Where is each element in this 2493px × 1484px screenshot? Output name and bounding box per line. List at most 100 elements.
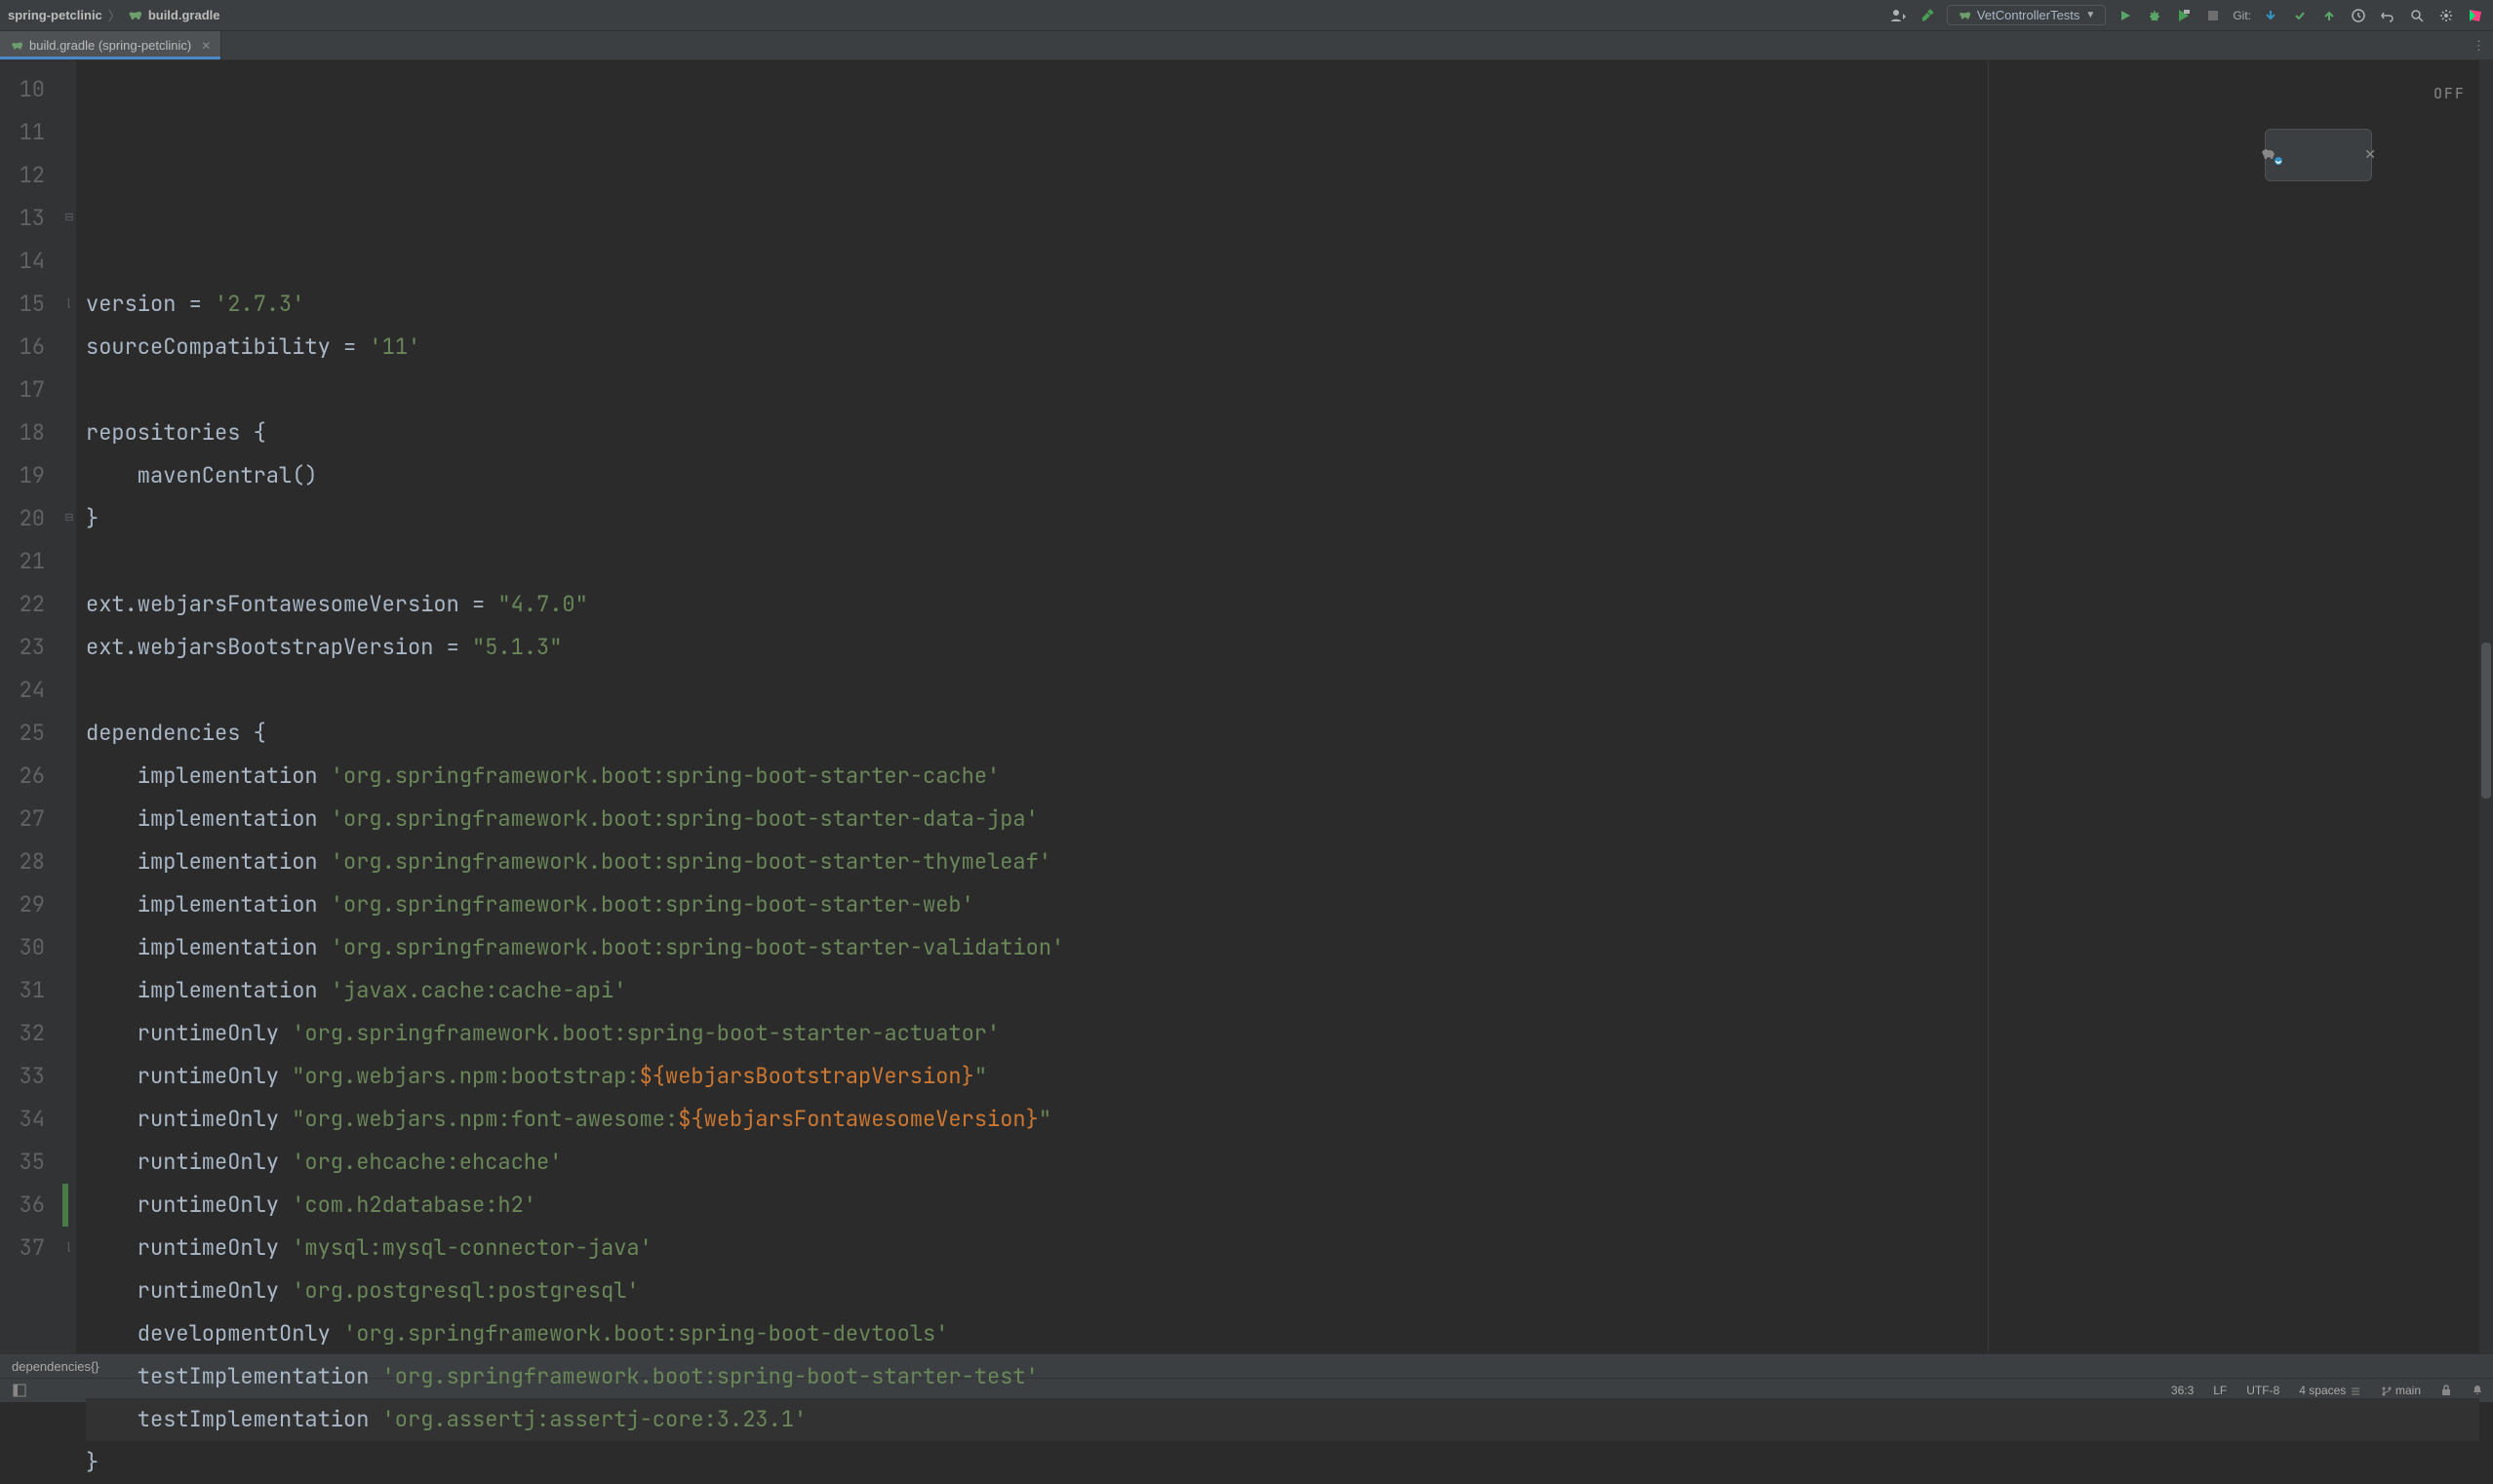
gutter-line[interactable]: 16	[0, 326, 45, 369]
change-marker[interactable]	[62, 1184, 68, 1227]
code-line[interactable]: runtimeOnly 'org.postgresql:postgresql'	[86, 1269, 2479, 1312]
code-line[interactable]: runtimeOnly "org.webjars.npm:bootstrap:$…	[86, 1055, 2479, 1098]
editor-tabs: build.gradle (spring-petclinic) ✕ ⋮	[0, 31, 2493, 60]
tab-overflow-icon[interactable]: ⋮	[2465, 31, 2493, 59]
code-area[interactable]: OFF ✕ version = '2.7.3'sourceCompatibili…	[76, 60, 2479, 1353]
code-line[interactable]: implementation 'org.springframework.boot…	[86, 755, 2479, 798]
git-pull-icon[interactable]	[2261, 6, 2280, 25]
gutter-line[interactable]: 29	[0, 883, 45, 926]
gear-icon[interactable]	[2436, 6, 2456, 25]
gutter-line[interactable]: 36	[0, 1184, 45, 1227]
code-line[interactable]: developmentOnly 'org.springframework.boo…	[86, 1312, 2479, 1355]
fold-open-icon[interactable]: ⊟	[62, 211, 76, 223]
code-line[interactable]: mavenCentral()	[86, 454, 2479, 497]
scrollbar[interactable]	[2479, 60, 2493, 1353]
build-hammer-icon[interactable]	[1918, 6, 1937, 25]
code-line[interactable]: ext.webjarsBootstrapVersion = "5.1.3"	[86, 626, 2479, 669]
gutter-line[interactable]: 11	[0, 111, 45, 154]
code-line[interactable]: implementation 'org.springframework.boot…	[86, 926, 2479, 969]
gutter-line[interactable]: 27	[0, 798, 45, 840]
close-icon[interactable]: ✕	[201, 39, 211, 53]
gutter-line[interactable]: 32	[0, 1012, 45, 1055]
gutter-line[interactable]: 26	[0, 755, 45, 798]
coverage-icon[interactable]	[2174, 6, 2194, 25]
inspection-off-badge[interactable]: OFF	[2434, 72, 2466, 115]
gutter-line[interactable]: 18	[0, 411, 45, 454]
jetbrains-icon[interactable]	[2466, 6, 2485, 25]
gutter-line[interactable]: 33	[0, 1055, 45, 1098]
reload-icon[interactable]	[2261, 58, 2345, 253]
code-line[interactable]	[86, 669, 2479, 712]
breadcrumb-file[interactable]: build.gradle	[148, 8, 220, 22]
gutter-line[interactable]: 25	[0, 712, 45, 755]
code-line[interactable]: runtimeOnly 'org.springframework.boot:sp…	[86, 1012, 2479, 1055]
rollback-icon[interactable]	[2378, 6, 2397, 25]
gutter-line[interactable]: 17	[0, 369, 45, 411]
code-line[interactable]	[86, 540, 2479, 583]
code-line[interactable]: runtimeOnly 'com.h2database:h2'	[86, 1184, 2479, 1227]
gutter-line[interactable]: 37	[0, 1227, 45, 1269]
editor[interactable]: 1011121314151617181920212223242526272829…	[0, 60, 2493, 1353]
gutter-line[interactable]: 14	[0, 240, 45, 283]
code-line[interactable]: implementation 'org.springframework.boot…	[86, 798, 2479, 840]
code-line[interactable]: testImplementation 'org.assertj:assertj-…	[86, 1398, 2479, 1441]
git-push-icon[interactable]	[2319, 6, 2339, 25]
code-line[interactable]: dependencies {	[86, 712, 2479, 755]
gutter[interactable]: 1011121314151617181920212223242526272829…	[0, 60, 62, 1353]
gutter-line[interactable]: 19	[0, 454, 45, 497]
code-line[interactable]: sourceCompatibility = '11'	[86, 326, 2479, 369]
code-line[interactable]: runtimeOnly 'mysql:mysql-connector-java'	[86, 1227, 2479, 1269]
navbar: spring-petclinic 〉 build.gradle VetContr…	[0, 0, 2493, 31]
fold-open-icon[interactable]: ⊟	[62, 511, 76, 524]
code-line[interactable]: implementation 'org.springframework.boot…	[86, 883, 2479, 926]
debug-icon[interactable]	[2145, 6, 2164, 25]
code-line[interactable]: }	[86, 497, 2479, 540]
margin-line	[1988, 60, 1989, 1353]
gutter-line[interactable]: 24	[0, 669, 45, 712]
tab-build-gradle[interactable]: build.gradle (spring-petclinic) ✕	[0, 31, 221, 59]
breadcrumb-sep-icon: 〉	[108, 6, 121, 24]
code-line[interactable]: runtimeOnly "org.webjars.npm:font-awesom…	[86, 1098, 2479, 1141]
gutter-line[interactable]: 31	[0, 969, 45, 1012]
code-line[interactable]: runtimeOnly 'org.ehcache:ehcache'	[86, 1141, 2479, 1184]
code-line[interactable]	[86, 369, 2479, 411]
gradle-icon	[127, 8, 142, 23]
code-line[interactable]: repositories {	[86, 411, 2479, 454]
gutter-line[interactable]: 35	[0, 1141, 45, 1184]
toolwindow-icon[interactable]	[10, 1381, 29, 1400]
floating-toolbar[interactable]: ✕	[2265, 129, 2372, 181]
gutter-line[interactable]: 15	[0, 283, 45, 326]
fold-column[interactable]: ⊟ ⌊ ⊟ ⌊	[62, 60, 76, 1353]
code-line[interactable]: version = '2.7.3'	[86, 283, 2479, 326]
code-line[interactable]: implementation 'org.springframework.boot…	[86, 840, 2479, 883]
code-line[interactable]: implementation 'javax.cache:cache-api'	[86, 969, 2479, 1012]
stop-icon[interactable]	[2203, 6, 2223, 25]
run-config-label: VetControllerTests	[1977, 8, 2080, 22]
gradle-icon	[10, 39, 23, 53]
close-icon[interactable]: ✕	[2365, 134, 2376, 176]
gutter-line[interactable]: 21	[0, 540, 45, 583]
gutter-line[interactable]: 22	[0, 583, 45, 626]
user-icon[interactable]	[1888, 6, 1908, 25]
scroll-thumb[interactable]	[2481, 643, 2491, 799]
gutter-line[interactable]: 30	[0, 926, 45, 969]
gutter-line[interactable]: 12	[0, 154, 45, 197]
gutter-line[interactable]: 34	[0, 1098, 45, 1141]
code-line[interactable]: ext.webjarsFontawesomeVersion = "4.7.0"	[86, 583, 2479, 626]
git-commit-icon[interactable]	[2290, 6, 2310, 25]
search-icon[interactable]	[2407, 6, 2427, 25]
gutter-line[interactable]: 23	[0, 626, 45, 669]
breadcrumb-project[interactable]: spring-petclinic	[8, 8, 102, 22]
gutter-line[interactable]: 13	[0, 197, 45, 240]
gutter-line[interactable]: 28	[0, 840, 45, 883]
breadcrumb[interactable]: spring-petclinic 〉 build.gradle	[8, 6, 219, 24]
gutter-line[interactable]: 10	[0, 68, 45, 111]
fold-close-icon[interactable]: ⌊	[62, 296, 76, 309]
run-config-selector[interactable]: VetControllerTests ▼	[1947, 5, 2106, 25]
run-icon[interactable]	[2116, 6, 2135, 25]
fold-close-icon[interactable]: ⌊	[62, 1240, 76, 1253]
code-line[interactable]: testImplementation 'org.springframework.…	[86, 1355, 2479, 1398]
history-icon[interactable]	[2349, 6, 2368, 25]
gutter-line[interactable]: 20	[0, 497, 45, 540]
code-line[interactable]: }	[86, 1441, 2479, 1484]
